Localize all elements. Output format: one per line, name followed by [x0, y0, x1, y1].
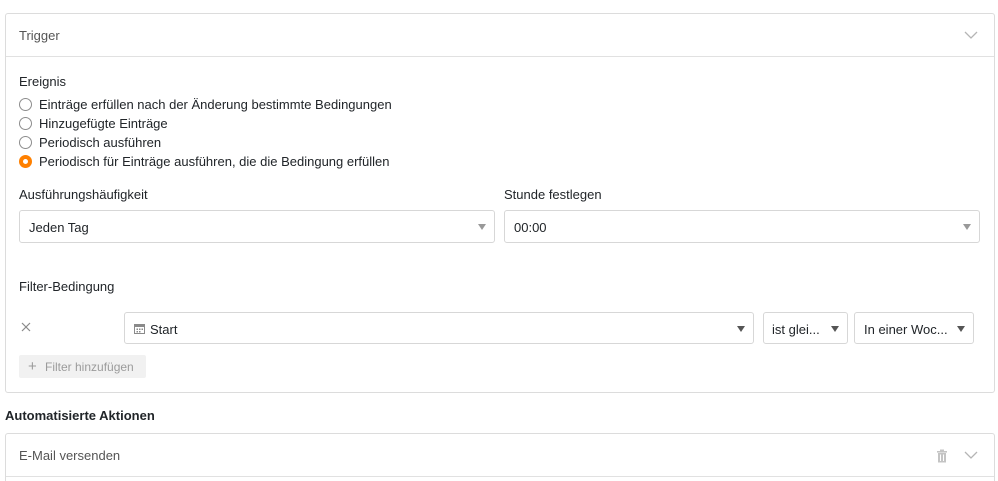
radio-label: Periodisch für Einträge ausführen, die d…: [39, 153, 390, 169]
automated-actions-title: Automatisierte Aktionen: [5, 408, 155, 423]
filter-operator-select[interactable]: ist glei...: [763, 312, 848, 344]
filter-column-value: Start: [150, 322, 178, 337]
event-label: Ereignis: [19, 74, 66, 89]
filter-label: Filter-Bedingung: [19, 279, 115, 294]
plus-icon: +: [28, 358, 37, 375]
action-header[interactable]: E-Mail versenden: [6, 434, 994, 477]
caret-down-icon: [478, 224, 486, 230]
frequency-value: Jeden Tag: [29, 220, 89, 235]
caret-down-icon: [963, 224, 971, 230]
frequency-select[interactable]: Jeden Tag: [19, 210, 495, 243]
radio-option-periodic-condition[interactable]: Periodisch für Einträge ausführen, die d…: [19, 153, 390, 169]
radio-button[interactable]: [19, 135, 32, 149]
calendar-icon: [134, 324, 145, 334]
radio-label: Hinzugefügte Einträge: [39, 115, 168, 131]
caret-down-icon: [957, 326, 965, 332]
frequency-label: Ausführungshäufigkeit: [19, 187, 148, 202]
caret-down-icon: [737, 326, 745, 332]
add-filter-button[interactable]: + Filter hinzufügen: [19, 355, 146, 378]
filter-value-value: In einer Woc...: [864, 322, 948, 337]
radio-option-added-entries[interactable]: Hinzugefügte Einträge: [19, 115, 168, 131]
radio-button[interactable]: [19, 97, 32, 111]
action-panel-email: E-Mail versenden: [5, 433, 995, 481]
radio-label: Einträge erfüllen nach der Änderung best…: [39, 96, 392, 112]
trash-icon[interactable]: [936, 449, 948, 463]
add-filter-label: Filter hinzufügen: [45, 360, 134, 374]
trigger-panel: Trigger Ereignis Einträge erfüllen nach …: [5, 13, 995, 393]
filter-operator-value: ist glei...: [772, 322, 820, 337]
filter-column-select[interactable]: Start: [124, 312, 754, 344]
filter-value-select[interactable]: In einer Woc...: [854, 312, 974, 344]
trigger-title: Trigger: [19, 28, 60, 43]
hour-select[interactable]: 00:00: [504, 210, 980, 243]
radio-option-changed-entries[interactable]: Einträge erfüllen nach der Änderung best…: [19, 96, 392, 112]
close-icon[interactable]: [20, 321, 32, 333]
radio-label: Periodisch ausführen: [39, 134, 162, 150]
radio-button[interactable]: [19, 116, 32, 130]
action-title: E-Mail versenden: [19, 448, 121, 463]
hour-value: 00:00: [514, 220, 547, 235]
hour-label: Stunde festlegen: [504, 187, 602, 202]
radio-button-selected[interactable]: [19, 154, 32, 168]
chevron-down-icon[interactable]: [964, 448, 978, 462]
chevron-down-icon[interactable]: [964, 28, 978, 42]
trigger-header[interactable]: Trigger: [6, 14, 994, 57]
caret-down-icon: [831, 326, 839, 332]
radio-option-periodic[interactable]: Periodisch ausführen: [19, 134, 161, 150]
